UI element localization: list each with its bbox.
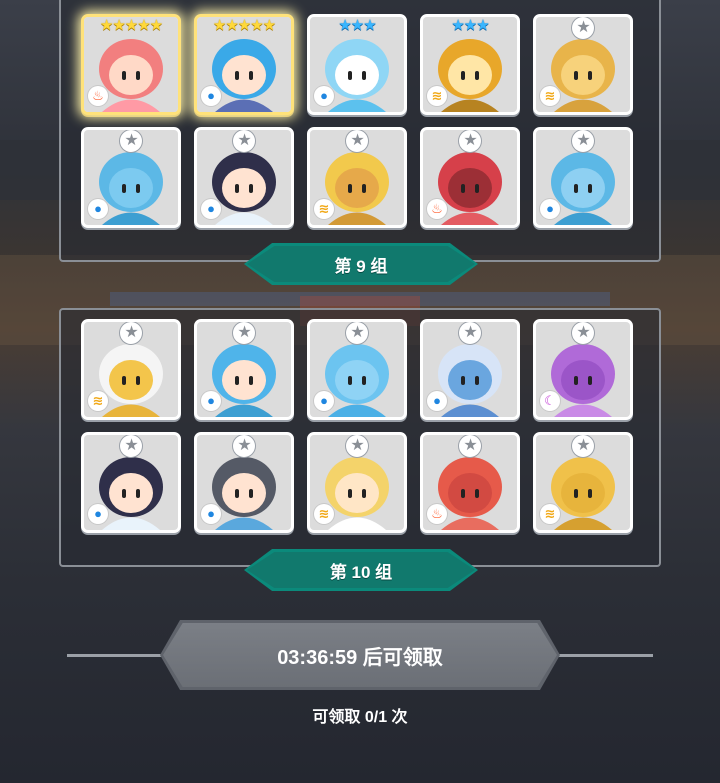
star-rating: ★ bbox=[346, 322, 368, 344]
hero-card[interactable]: ★ ≋ bbox=[307, 127, 407, 228]
star-rating: ★ bbox=[233, 435, 255, 457]
divider-line-left bbox=[67, 654, 167, 657]
group-9-panel: ★★★★★ ♨ ★★★★★ ● ★★★ ● ★★★ ≋ ★ ≋ ★ ● ★ ● ★ ≋ ★ ♨ ★ ● bbox=[59, 0, 661, 262]
wind-icon: ≋ bbox=[427, 86, 447, 106]
hero-card[interactable]: ★ ● bbox=[81, 127, 181, 228]
water-drop-icon: ● bbox=[427, 391, 447, 411]
water-drop-icon: ● bbox=[540, 199, 560, 219]
wind-icon: ≋ bbox=[540, 504, 560, 524]
star-rating: ★ bbox=[459, 130, 481, 152]
water-drop-icon: ● bbox=[201, 391, 221, 411]
star-rating: ★ bbox=[459, 435, 481, 457]
star-rating: ★ bbox=[233, 130, 255, 152]
hero-card[interactable]: ★ ● bbox=[420, 319, 520, 420]
star-rating: ★ bbox=[120, 435, 142, 457]
water-drop-icon: ● bbox=[314, 391, 334, 411]
water-drop-icon: ● bbox=[201, 199, 221, 219]
star-rating: ★ bbox=[572, 435, 594, 457]
hero-card[interactable]: ★ ● bbox=[533, 127, 633, 228]
group-10-label: 第 10 组 bbox=[244, 549, 478, 591]
water-drop-icon: ● bbox=[88, 199, 108, 219]
star-rating: ★ bbox=[233, 322, 255, 344]
hero-card[interactable]: ★ ● bbox=[194, 127, 294, 228]
wind-icon: ≋ bbox=[88, 391, 108, 411]
hero-card[interactable]: ★★★★★ ● bbox=[194, 14, 294, 115]
hero-card[interactable]: ★ ≋ bbox=[307, 432, 407, 533]
star-rating: ★ bbox=[572, 130, 594, 152]
hero-grid: ★ ≋ ★ ● ★ ● ★ ● ★ ☾ ★ ● ★ ● ★ ≋ ★ ♨ ★ ≋ bbox=[81, 319, 633, 533]
hero-card[interactable]: ★ ● bbox=[307, 319, 407, 420]
hero-card[interactable]: ★ ≋ bbox=[533, 432, 633, 533]
group-label-text: 第 10 组 bbox=[329, 562, 393, 582]
wind-icon: ≋ bbox=[540, 86, 560, 106]
star-rating: ★ bbox=[346, 130, 368, 152]
star-rating: ★★★★★ bbox=[99, 17, 163, 34]
hero-card[interactable]: ★★★★★ ♨ bbox=[81, 14, 181, 115]
star-rating: ★ bbox=[572, 322, 594, 344]
divider-line-right bbox=[555, 654, 653, 657]
water-drop-icon: ● bbox=[201, 504, 221, 524]
water-drop-icon: ● bbox=[201, 86, 221, 106]
hero-card[interactable]: ★ ● bbox=[194, 432, 294, 533]
claim-timer-button[interactable]: 03:36:59 后可领取 bbox=[160, 620, 560, 690]
group-label-text: 第 9 组 bbox=[334, 256, 388, 276]
group-9-label: 第 9 组 bbox=[244, 243, 478, 285]
hero-card[interactable]: ★ ♨ bbox=[420, 432, 520, 533]
hero-card[interactable]: ★★★ ● bbox=[307, 14, 407, 115]
fire-icon: ♨ bbox=[427, 199, 447, 219]
fire-icon: ♨ bbox=[427, 504, 447, 524]
moon-icon: ☾ bbox=[540, 391, 560, 411]
water-drop-icon: ● bbox=[314, 86, 334, 106]
star-rating: ★ bbox=[120, 130, 142, 152]
wind-icon: ≋ bbox=[314, 199, 334, 219]
claim-count-text: 可领取 0/1 次 bbox=[312, 709, 408, 726]
hero-card[interactable]: ★★★ ≋ bbox=[420, 14, 520, 115]
hero-card[interactable]: ★ ● bbox=[81, 432, 181, 533]
star-rating: ★★★★★ bbox=[212, 17, 276, 34]
hero-card[interactable]: ★ ≋ bbox=[533, 14, 633, 115]
star-rating: ★★★ bbox=[451, 17, 489, 34]
fire-icon: ♨ bbox=[88, 86, 108, 106]
star-rating: ★ bbox=[120, 322, 142, 344]
hero-grid: ★★★★★ ♨ ★★★★★ ● ★★★ ● ★★★ ≋ ★ ≋ ★ ● ★ ● ★ ≋ ★ ♨ ★ ● bbox=[81, 14, 633, 228]
group-10-panel: ★ ≋ ★ ● ★ ● ★ ● ★ ☾ ★ ● ★ ● ★ ≋ ★ ♨ ★ ≋ bbox=[59, 308, 661, 567]
wind-icon: ≋ bbox=[314, 504, 334, 524]
hero-card[interactable]: ★ ≋ bbox=[81, 319, 181, 420]
star-rating: ★ bbox=[459, 322, 481, 344]
star-rating: ★★★ bbox=[338, 17, 376, 34]
hero-card[interactable]: ★ ☾ bbox=[533, 319, 633, 420]
water-drop-icon: ● bbox=[88, 504, 108, 524]
hero-card[interactable]: ★ ♨ bbox=[420, 127, 520, 228]
star-rating: ★ bbox=[572, 17, 594, 39]
star-rating: ★ bbox=[346, 435, 368, 457]
hero-card[interactable]: ★ ● bbox=[194, 319, 294, 420]
claim-timer-text: 03:36:59 后可领取 bbox=[277, 646, 443, 669]
